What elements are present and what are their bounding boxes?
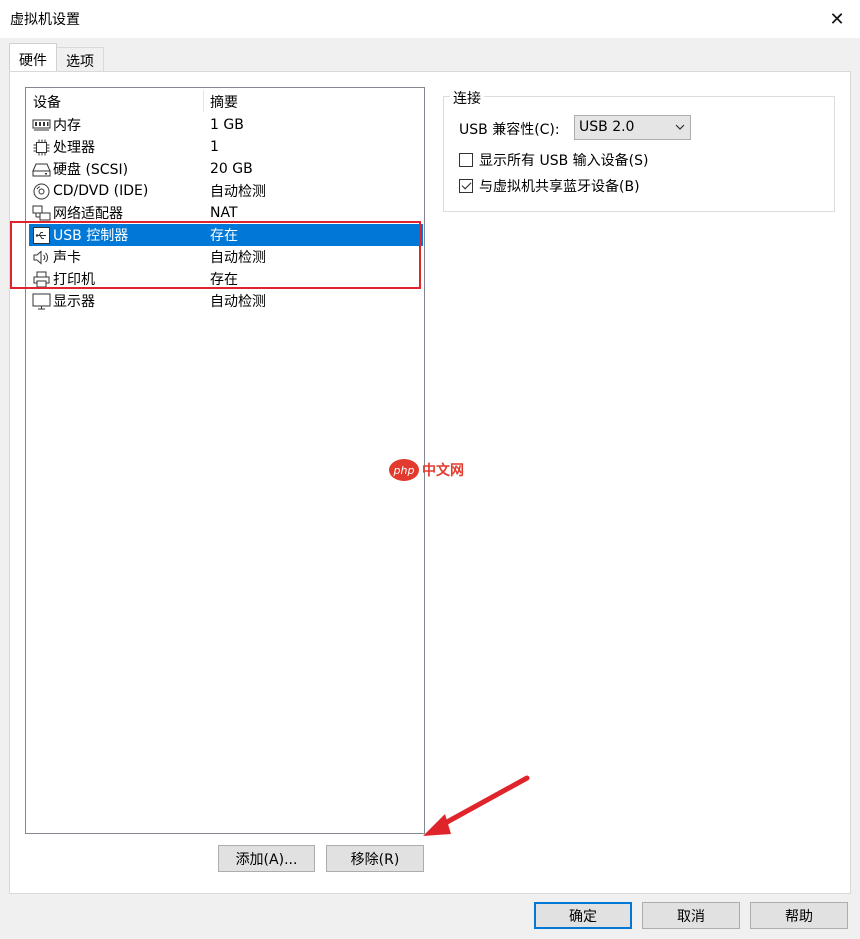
device-row-cd-dvd[interactable]: CD/DVD (IDE) 自动检测 — [29, 180, 423, 202]
close-icon: ✕ — [829, 8, 845, 30]
printer-icon — [31, 270, 51, 288]
window-title: 虚拟机设置 — [10, 12, 80, 28]
watermark: php 中文网 — [389, 459, 464, 481]
device-row-printer[interactable]: 打印机 存在 — [29, 268, 423, 290]
checkbox-checked[interactable] — [459, 179, 473, 193]
device-row-network-adapter[interactable]: 网络适配器 NAT — [29, 202, 423, 224]
cancel-button[interactable]: 取消 — [642, 902, 740, 929]
device-name: 内存 — [53, 118, 81, 134]
device-row-display[interactable]: 显示器 自动检测 — [29, 290, 423, 312]
device-summary: 自动检测 — [210, 184, 266, 200]
speaker-icon — [31, 248, 51, 266]
device-list[interactable]: 设备 摘要 内存 1 GB 处理器 1 硬盘 (SCSI) 20 GB CD/D… — [25, 87, 425, 834]
usb-compatibility-label: USB 兼容性(C): — [459, 122, 560, 138]
device-summary: 自动检测 — [210, 294, 266, 310]
share-bluetooth-checkbox[interactable]: 与虚拟机共享蓝牙设备(B) — [459, 176, 640, 196]
device-summary: 自动检测 — [210, 250, 266, 266]
help-button[interactable]: 帮助 — [750, 902, 848, 929]
device-name: 网络适配器 — [53, 206, 123, 222]
device-row-processor[interactable]: 处理器 1 — [29, 136, 423, 158]
connection-group-title: 连接 — [450, 88, 484, 108]
device-row-sound-card[interactable]: 声卡 自动检测 — [29, 246, 423, 268]
column-summary[interactable]: 摘要 — [210, 92, 238, 112]
usb-compatibility-select[interactable]: USB 2.0 — [574, 115, 691, 140]
remove-button[interactable]: 移除(R) — [326, 845, 424, 872]
device-name: 打印机 — [53, 272, 95, 288]
close-button[interactable]: ✕ — [814, 0, 860, 38]
device-name: 硬盘 (SCSI) — [53, 162, 129, 178]
share-bluetooth-label: 与虚拟机共享蓝牙设备(B) — [479, 179, 640, 195]
tab-options[interactable]: 选项 — [56, 47, 104, 71]
tab-hardware[interactable]: 硬件 — [9, 43, 57, 71]
device-row-harddisk[interactable]: 硬盘 (SCSI) 20 GB — [29, 158, 423, 180]
device-name: 处理器 — [53, 140, 95, 156]
device-row-usb-controller[interactable]: USB 控制器 存在 — [29, 224, 423, 246]
memory-icon — [31, 116, 51, 134]
ok-button[interactable]: 确定 — [534, 902, 632, 929]
show-all-usb-label: 显示所有 USB 输入设备(S) — [479, 153, 649, 169]
column-device[interactable]: 设备 — [33, 92, 61, 112]
show-all-usb-checkbox[interactable]: 显示所有 USB 输入设备(S) — [459, 150, 648, 170]
device-summary: 20 GB — [210, 161, 253, 177]
device-name: 声卡 — [53, 250, 81, 266]
device-summary: 1 — [210, 139, 219, 155]
chevron-down-icon — [674, 118, 686, 139]
watermark-logo: php — [389, 459, 419, 481]
column-divider[interactable] — [203, 90, 204, 112]
add-button[interactable]: 添加(A)... — [218, 845, 315, 872]
device-list-header: 设备 摘要 — [26, 88, 424, 112]
processor-icon — [31, 138, 51, 156]
device-summary: 存在 — [210, 272, 238, 288]
checkbox-unchecked[interactable] — [459, 153, 473, 167]
monitor-icon — [31, 292, 51, 310]
device-name: CD/DVD (IDE) — [53, 183, 149, 199]
network-adapter-icon — [31, 204, 51, 222]
usb-compatibility-value: USB 2.0 — [579, 119, 635, 135]
device-name: 显示器 — [53, 294, 95, 310]
device-row-memory[interactable]: 内存 1 GB — [29, 114, 423, 136]
tab-strip: 硬件 选项 — [9, 43, 104, 73]
harddisk-icon — [31, 160, 51, 178]
cd-dvd-icon — [31, 182, 51, 200]
device-summary: 1 GB — [210, 117, 244, 133]
device-summary: NAT — [210, 205, 238, 221]
title-bar: 虚拟机设置 ✕ — [0, 0, 860, 38]
device-name: USB 控制器 — [53, 228, 129, 244]
device-summary: 存在 — [210, 228, 238, 244]
usb-icon — [31, 226, 51, 244]
watermark-text: 中文网 — [422, 463, 464, 479]
